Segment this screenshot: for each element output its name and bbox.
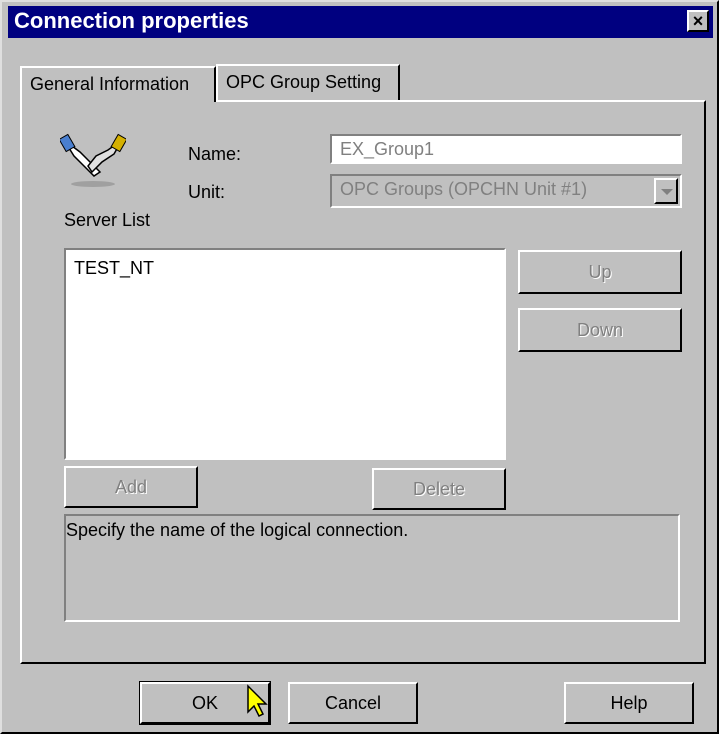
tab-opc-group-setting[interactable]: OPC Group Setting <box>216 64 400 100</box>
server-list[interactable]: TEST_NT <box>64 248 506 460</box>
chevron-down-icon[interactable] <box>654 178 678 204</box>
cancel-button-label: Cancel <box>324 693 382 713</box>
name-value: EX_Group1 <box>340 139 435 159</box>
unit-label: Unit: <box>188 182 226 202</box>
up-button-label: Up <box>588 262 612 282</box>
general-information-panel: Name: EX_Group1 Unit: OPC Groups (OPCHN … <box>20 100 706 664</box>
add-button[interactable]: Add <box>64 466 198 508</box>
title-bar[interactable]: Connection properties × <box>8 6 713 38</box>
ok-button-label: OK <box>191 693 218 713</box>
list-item[interactable]: TEST_NT <box>74 258 154 279</box>
description-text: Specify the name of the logical connecti… <box>66 520 409 540</box>
unit-select[interactable]: OPC Groups (OPCHN Unit #1) <box>330 174 682 208</box>
window-title: Connection properties <box>14 8 249 33</box>
name-label-text: Name: <box>188 144 242 164</box>
add-button-label: Add <box>114 477 148 497</box>
close-icon: × <box>692 11 704 31</box>
tab-label: OPC Group Setting <box>226 72 382 92</box>
help-button-label: Help <box>610 693 648 713</box>
delete-button-label: Delete <box>412 479 466 499</box>
connection-properties-dialog: Connection properties × General Informat… <box>0 0 719 734</box>
help-button[interactable]: Help <box>564 682 694 724</box>
description-box: Specify the name of the logical connecti… <box>64 514 680 622</box>
name-field[interactable]: EX_Group1 <box>330 134 682 164</box>
delete-button[interactable]: Delete <box>372 468 506 510</box>
up-button[interactable]: Up <box>518 250 682 294</box>
tab-label: General Information <box>30 74 190 94</box>
handshake-icon <box>60 133 126 187</box>
close-button[interactable]: × <box>687 10 709 32</box>
cancel-button[interactable]: Cancel <box>288 682 418 724</box>
down-button-label: Down <box>576 320 624 340</box>
server-list-label: Server List <box>64 210 151 230</box>
down-button[interactable]: Down <box>518 308 682 352</box>
unit-value: OPC Groups (OPCHN Unit #1) <box>340 179 588 199</box>
mouse-pointer-icon <box>247 684 268 718</box>
name-label: Name: <box>188 144 241 165</box>
tab-general-information[interactable]: General Information <box>20 66 216 102</box>
